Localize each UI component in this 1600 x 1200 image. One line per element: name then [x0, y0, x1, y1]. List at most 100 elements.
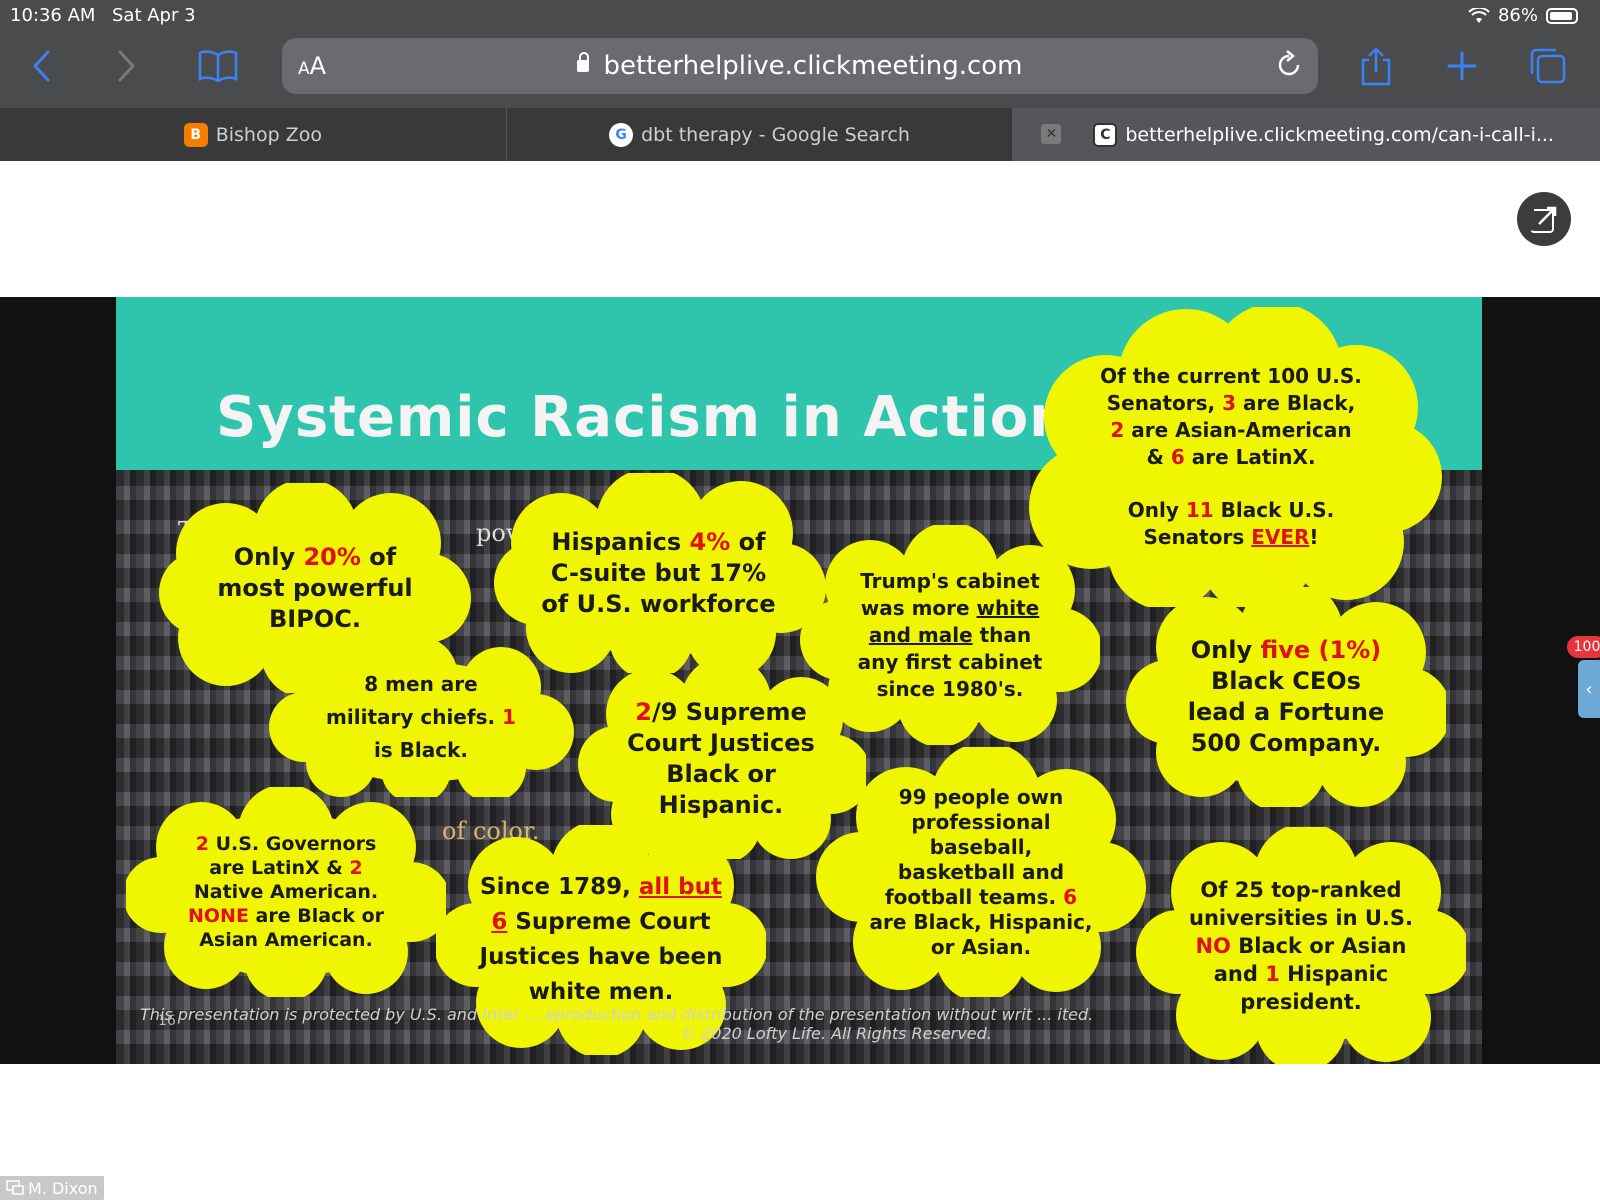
fullscreen-button[interactable]: [1517, 192, 1571, 246]
cloud-text: Black U.S.: [1213, 498, 1335, 522]
stat-number: 11: [1185, 498, 1214, 522]
cloud-text: Black or: [666, 760, 776, 788]
cloud-text: Only: [233, 542, 304, 571]
stat-number: 3: [1222, 391, 1237, 415]
cloud-text: football teams.: [884, 884, 1064, 909]
cloud-text: are LatinX &: [209, 857, 350, 879]
presenter-name: M. Dixon: [28, 1178, 98, 1198]
tab-bishop-zoo[interactable]: B Bishop Zoo: [0, 108, 507, 161]
presenter-label: M. Dixon: [0, 1176, 104, 1200]
stat-number: 6: [1170, 445, 1185, 469]
blogger-icon: B: [183, 122, 208, 147]
cloud-text: since 1980's.: [876, 676, 1024, 701]
back-button[interactable]: [22, 46, 62, 86]
cloud-text: Asian American.: [199, 929, 373, 951]
cloud-text: &: [1146, 445, 1171, 469]
cloud-text: Only: [1190, 636, 1261, 664]
cloud-text: Black or Asian: [1230, 933, 1407, 958]
close-tab-icon[interactable]: ✕: [1041, 124, 1062, 144]
cloud-text: /9 Supreme: [651, 698, 807, 726]
stat-emphasis: NONE: [188, 905, 249, 927]
tab-clickmeeting[interactable]: ✕ C betterhelplive.clickmeeting.com/can-…: [1013, 108, 1600, 161]
share-button[interactable]: [1356, 46, 1396, 86]
cloud-text: of: [730, 527, 766, 556]
forward-button[interactable]: [106, 46, 146, 86]
chevron-left-icon: [32, 50, 50, 82]
cloud-text: Hispanic.: [658, 791, 784, 819]
tab-label: dbt therapy - Google Search: [641, 123, 910, 146]
status-date: Sat Apr 3: [112, 5, 196, 26]
cloud-text: basketball and: [897, 859, 1065, 884]
tab-label: Bishop Zoo: [215, 123, 322, 146]
cloud-text: Senators,: [1106, 391, 1223, 415]
tabs-icon: [1530, 48, 1566, 84]
cloud-text: Of 25 top-ranked: [1200, 877, 1402, 902]
stat-emphasis: all but: [638, 874, 722, 900]
plus-icon: [1447, 51, 1477, 81]
stat-number: five (1%): [1260, 636, 1382, 664]
stat-number: 2: [349, 857, 363, 879]
stat-number: 4%: [689, 527, 731, 556]
cloud-text: Justices have been: [479, 944, 723, 970]
address-bar[interactable]: AA betterhelplive.clickmeeting.com: [282, 38, 1318, 94]
tab-bar: B Bishop Zoo G dbt therapy - Google Sear…: [0, 108, 1600, 161]
battery-icon: [1546, 7, 1578, 24]
cloud-text: than: [972, 622, 1032, 647]
tab-google-search[interactable]: G dbt therapy - Google Search: [507, 108, 1014, 161]
stat-number: 1: [502, 704, 516, 729]
cloud-text: universities in U.S.: [1189, 905, 1413, 930]
wifi-icon: [1468, 7, 1490, 23]
stat-number: 2: [635, 698, 652, 726]
cloud-text: BIPOC.: [269, 604, 361, 633]
cloud-governors: 2 U.S. Governors are LatinX & 2 Native A…: [126, 787, 446, 997]
book-icon: [198, 50, 238, 83]
stat-number: 2: [1110, 418, 1125, 442]
cloud-text: Of the current 100 U.S.: [1100, 364, 1362, 388]
cloud-text: Since 1789,: [480, 874, 639, 900]
cloud-text: Senators: [1143, 525, 1252, 549]
cloud-text: 8 men are: [364, 671, 478, 696]
cloud-ceos: Only five (1%) Black CEOs lead a Fortune…: [1126, 587, 1446, 807]
cloud-text: white men.: [528, 979, 674, 1005]
expand-icon: [1530, 206, 1557, 233]
stat-emphasis: EVER: [1251, 525, 1310, 549]
cloud-text: are Black,: [1236, 391, 1356, 415]
url-display[interactable]: betterhelplive.clickmeeting.com: [282, 51, 1318, 81]
cloud-text: U.S. Governors: [208, 833, 377, 855]
copyright-notice: This presentation is protected by U.S. a…: [140, 1005, 1094, 1024]
cloud-text: are LatinX.: [1184, 445, 1316, 469]
bookmarks-button[interactable]: [198, 46, 238, 86]
cloud-text: 99 people own: [898, 784, 1064, 809]
cloud-text: of U.S. workforce: [541, 589, 776, 618]
new-tab-button[interactable]: [1442, 46, 1482, 86]
cloud-text: !: [1309, 525, 1319, 549]
side-panel-toggle[interactable]: ‹: [1578, 660, 1600, 718]
clickmeeting-icon: C: [1093, 122, 1118, 147]
google-icon: G: [609, 122, 634, 147]
cloud-text: military chiefs.: [326, 704, 503, 729]
chevron-right-icon: [118, 50, 136, 82]
cloud-text: professional: [911, 809, 1051, 834]
cloud-text: lead a Fortune: [1187, 698, 1385, 726]
presentation-slide: Systemic Racism in Action T pow of color…: [116, 297, 1482, 1064]
cloud-text: are Black, Hispanic,: [869, 909, 1093, 934]
stat-number: 6: [1063, 884, 1078, 909]
cloud-text: was more: [860, 595, 977, 620]
copyright-line: © 2020 Lofty Life. All Rights Reserved.: [680, 1024, 992, 1043]
cloud-team-owners: 99 people own professional baseball, bas…: [816, 747, 1146, 997]
slide-footer: This presentation is protected by U.S. a…: [140, 1005, 1440, 1043]
share-icon: [1361, 47, 1391, 86]
url-text: betterhelplive.clickmeeting.com: [603, 51, 1023, 81]
stat-emphasis: NO: [1195, 933, 1231, 958]
cloud-text: of: [360, 542, 397, 571]
reload-icon[interactable]: [1274, 50, 1304, 80]
status-right: 86%: [1468, 5, 1578, 26]
cloud-text: Black CEOs: [1211, 667, 1361, 695]
stat-number: 6: [491, 909, 508, 935]
cloud-text: are Black or: [248, 905, 384, 927]
status-time: 10:36 AM: [10, 5, 96, 26]
cloud-text: Court Justices: [627, 729, 815, 757]
cloud-text: and: [1213, 961, 1266, 986]
slide-number: 16: [158, 1013, 176, 1029]
tabs-overview-button[interactable]: [1528, 46, 1568, 86]
